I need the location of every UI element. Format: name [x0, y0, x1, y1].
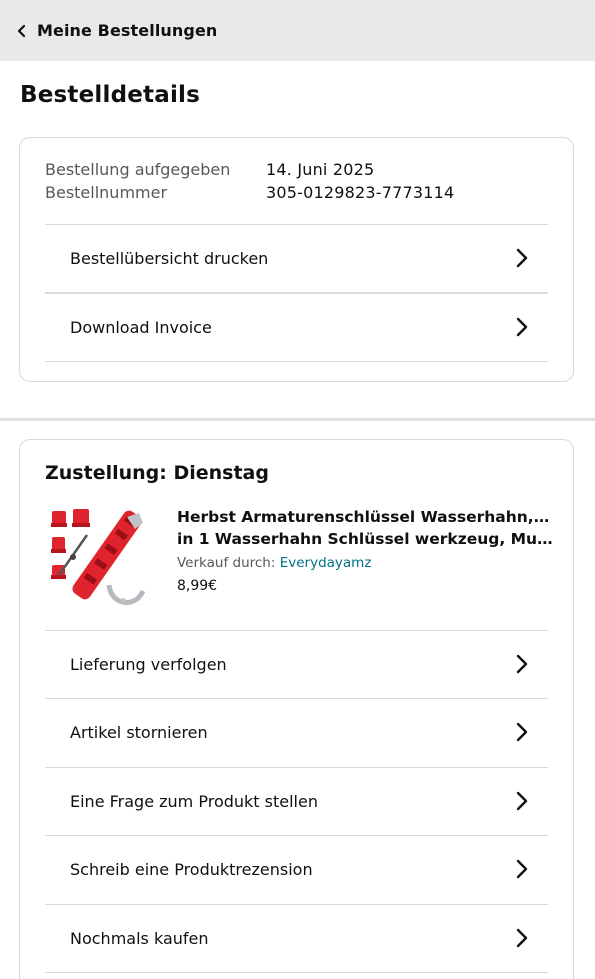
row-label: Bestellübersicht drucken	[70, 248, 269, 268]
seller-prefix: Verkauf durch:	[177, 555, 276, 571]
product-title-line-1: Herbst Armaturenschlüssel Wasserhahn, 14	[177, 508, 553, 526]
row-label: Lieferung verfolgen	[70, 654, 227, 674]
product-title-line-2: in 1 Wasserhahn Schlüssel werkzeug, Mult…	[177, 530, 553, 548]
divider	[45, 972, 548, 973]
divider	[45, 361, 548, 362]
product-price: 8,99€	[177, 578, 218, 594]
chevron-right-icon	[516, 248, 528, 268]
row-label: Artikel stornieren	[70, 722, 208, 742]
order-date-label: Bestellung aufgegeben	[45, 160, 231, 179]
delivery-title: Zustellung: Dienstag	[45, 462, 269, 484]
product-title[interactable]: Herbst Armaturenschlüssel Wasserhahn, 14…	[177, 506, 553, 550]
order-number-label: Bestellnummer	[45, 183, 168, 202]
row-label: Nochmals kaufen	[70, 928, 209, 948]
order-info-card: Bestellung aufgegeben 14. Juni 2025 Best…	[19, 137, 574, 382]
chevron-right-icon	[516, 317, 528, 337]
track-delivery-row[interactable]: Lieferung verfolgen	[45, 630, 548, 698]
print-summary-row[interactable]: Bestellübersicht drucken	[45, 224, 548, 292]
chevron-left-icon	[17, 24, 26, 37]
seller-info: Verkauf durch: Everydayamz	[177, 555, 371, 571]
row-label: Eine Frage zum Produkt stellen	[70, 791, 318, 811]
order-number-value: 305-0129823-7773114	[266, 183, 455, 202]
chevron-right-icon	[516, 928, 528, 948]
order-number-row: Bestellnummer 305-0129823-7773114	[45, 183, 454, 202]
section-separator	[0, 418, 595, 421]
page-title: Bestelldetails	[20, 82, 201, 108]
chevron-right-icon	[516, 654, 528, 674]
ask-question-row[interactable]: Eine Frage zum Produkt stellen	[45, 767, 548, 835]
row-label: Download Invoice	[70, 317, 212, 337]
seller-link[interactable]: Everydayamz	[280, 555, 372, 571]
write-review-row[interactable]: Schreib eine Produktrezension	[45, 835, 548, 903]
chevron-right-icon	[516, 722, 528, 742]
order-date-row: Bestellung aufgegeben 14. Juni 2025	[45, 160, 374, 179]
chevron-right-icon	[516, 791, 528, 811]
download-invoice-row[interactable]: Download Invoice	[45, 293, 548, 361]
back-nav-label: Meine Bestellungen	[37, 21, 218, 40]
shipment-card: Zustellung: Dienstag Herbst Armaturensch…	[19, 439, 574, 979]
row-label: Schreib eine Produktrezension	[70, 859, 313, 879]
product-image[interactable]	[47, 505, 151, 613]
back-nav[interactable]: Meine Bestellungen	[0, 0, 595, 61]
cancel-item-row[interactable]: Artikel stornieren	[45, 698, 548, 766]
order-date-value: 14. Juni 2025	[266, 160, 375, 179]
chevron-right-icon	[516, 859, 528, 879]
buy-again-row[interactable]: Nochmals kaufen	[45, 904, 548, 972]
